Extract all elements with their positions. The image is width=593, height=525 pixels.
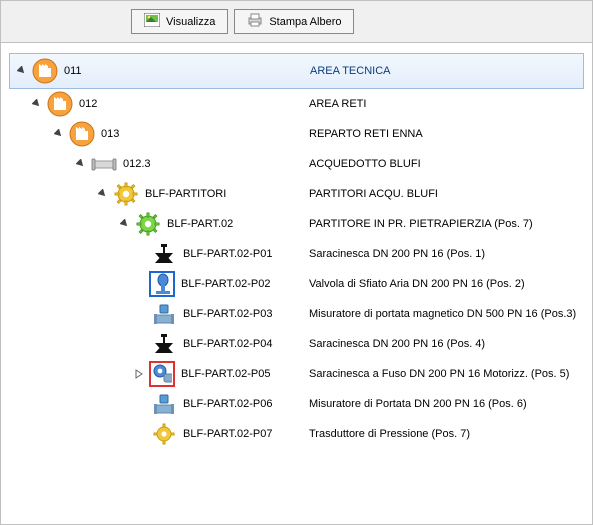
stampa-label: Stampa Albero xyxy=(269,16,341,28)
node-desc: AREA TECNICA xyxy=(310,65,391,77)
node-code: BLF-PART.02-P01 xyxy=(183,248,272,260)
stampa-albero-button[interactable]: Stampa Albero xyxy=(234,9,354,34)
motorized-valve-icon xyxy=(149,361,175,387)
flowmeter-icon xyxy=(151,391,177,417)
gate-valve-icon xyxy=(151,241,177,267)
plant-icon xyxy=(69,121,95,147)
node-desc: PARTITORI ACQU. BLUFI xyxy=(309,188,438,200)
node-code: 013 xyxy=(101,128,161,140)
node-desc: Misuratore di Portata DN 200 PN 16 (Pos.… xyxy=(309,398,527,410)
picture-icon xyxy=(144,13,160,30)
node-code: BLF-PART.02-P07 xyxy=(183,428,272,440)
node-code: BLF-PARTITORI xyxy=(145,188,226,200)
tree-node-012[interactable]: 012 AREA RETI xyxy=(9,89,584,119)
node-code: 011 xyxy=(64,65,124,77)
tree-node-p02[interactable]: BLF-PART.02-P02 Valvola di Sfiato Aria D… xyxy=(9,269,584,299)
tree-node-p01[interactable]: BLF-PART.02-P01 Saracinesca DN 200 PN 16… xyxy=(9,239,584,269)
node-code: BLF-PART.02-P04 xyxy=(183,338,272,350)
node-desc: Trasduttore di Pressione (Pos. 7) xyxy=(309,428,470,440)
expander-icon[interactable] xyxy=(97,188,109,200)
node-code: BLF-PART.02-P02 xyxy=(181,278,270,290)
plant-icon xyxy=(32,58,58,84)
node-code: 012.3 xyxy=(123,158,183,170)
expander-icon[interactable] xyxy=(16,65,28,77)
tree-view: 011 AREA TECNICA 012 AREA RETI 013 xyxy=(1,43,592,459)
node-desc: Misuratore di portata magnetico DN 500 P… xyxy=(309,308,576,320)
tree-node-p07[interactable]: BLF-PART.02-P07 Trasduttore di Pressione… xyxy=(9,419,584,449)
gear-yellow-icon xyxy=(113,181,139,207)
node-desc: Valvola di Sfiato Aria DN 200 PN 16 (Pos… xyxy=(309,278,525,290)
node-desc: AREA RETI xyxy=(309,98,366,110)
expander-icon[interactable] xyxy=(75,158,87,170)
expander-icon[interactable] xyxy=(119,218,131,230)
tree-node-p03[interactable]: BLF-PART.02-P03 Misuratore di portata ma… xyxy=(9,299,584,329)
node-code: BLF-PART.02-P06 xyxy=(183,398,272,410)
pressure-transducer-icon xyxy=(151,421,177,447)
tree-node-blf-part-02[interactable]: BLF-PART.02 PARTITORE IN PR. PIETRAPIERZ… xyxy=(9,209,584,239)
tree-node-011[interactable]: 011 AREA TECNICA xyxy=(9,53,584,89)
visualizza-button[interactable]: Visualizza xyxy=(131,9,228,34)
tree-node-p05[interactable]: BLF-PART.02-P05 Saracinesca a Fuso DN 20… xyxy=(9,359,584,389)
node-code: BLF-PART.02 xyxy=(167,218,233,230)
tree-node-013[interactable]: 013 REPARTO RETI ENNA xyxy=(9,119,584,149)
expander-icon[interactable] xyxy=(53,128,65,140)
node-desc: ACQUEDOTTO BLUFI xyxy=(309,158,421,170)
node-desc: Saracinesca a Fuso DN 200 PN 16 Motorizz… xyxy=(309,368,569,380)
tree-node-p04[interactable]: BLF-PART.02-P04 Saracinesca DN 200 PN 16… xyxy=(9,329,584,359)
node-code: BLF-PART.02-P03 xyxy=(183,308,272,320)
expander-icon[interactable] xyxy=(31,98,43,110)
visualizza-label: Visualizza xyxy=(166,16,215,28)
printer-icon xyxy=(247,13,263,30)
node-desc: PARTITORE IN PR. PIETRAPIERZIA (Pos. 7) xyxy=(309,218,533,230)
tree-node-012-3[interactable]: 012.3 ACQUEDOTTO BLUFI xyxy=(9,149,584,179)
plant-icon xyxy=(47,91,73,117)
flowmeter-icon xyxy=(151,301,177,327)
node-code: 012 xyxy=(79,98,139,110)
node-desc: Saracinesca DN 200 PN 16 (Pos. 4) xyxy=(309,338,485,350)
gate-valve-icon xyxy=(151,331,177,357)
toolbar: Visualizza Stampa Albero xyxy=(1,1,592,43)
node-code: BLF-PART.02-P05 xyxy=(181,368,270,380)
pipe-icon xyxy=(91,151,117,177)
tree-node-p06[interactable]: BLF-PART.02-P06 Misuratore di Portata DN… xyxy=(9,389,584,419)
node-desc: REPARTO RETI ENNA xyxy=(309,128,423,140)
air-valve-icon xyxy=(149,271,175,297)
tree-node-blf-partitori[interactable]: BLF-PARTITORI PARTITORI ACQU. BLUFI xyxy=(9,179,584,209)
gear-green-icon xyxy=(135,211,161,237)
expander-collapsed-icon[interactable] xyxy=(133,368,145,380)
node-desc: Saracinesca DN 200 PN 16 (Pos. 1) xyxy=(309,248,485,260)
